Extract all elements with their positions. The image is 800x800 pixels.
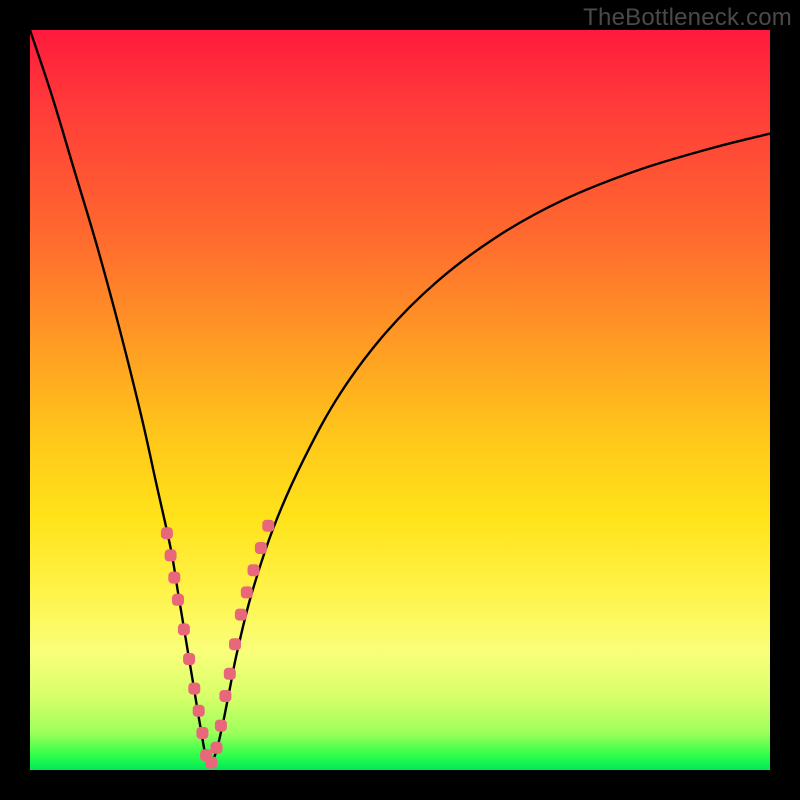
- bottleneck-curve: [30, 30, 770, 765]
- curve-marker: [172, 594, 184, 606]
- curve-marker: [193, 705, 205, 717]
- curve-marker: [178, 623, 190, 635]
- curve-marker: [183, 653, 195, 665]
- curve-marker: [255, 542, 267, 554]
- curve-marker: [161, 527, 173, 539]
- curve-marker: [168, 572, 180, 584]
- curve-marker: [211, 742, 223, 754]
- curve-marker: [241, 586, 253, 598]
- curve-markers: [161, 520, 274, 769]
- curve-marker: [188, 683, 200, 695]
- plot-area: [30, 30, 770, 770]
- curve-marker: [205, 757, 217, 769]
- curve-marker: [215, 720, 227, 732]
- curve-marker: [262, 520, 274, 532]
- curve-marker: [219, 690, 231, 702]
- curve-marker: [224, 668, 236, 680]
- chart-frame: TheBottleneck.com: [0, 0, 800, 800]
- curve-marker: [196, 727, 208, 739]
- curve-marker: [165, 549, 177, 561]
- curve-marker: [248, 564, 260, 576]
- curve-marker: [229, 638, 241, 650]
- curve-marker: [235, 609, 247, 621]
- watermark-text: TheBottleneck.com: [583, 4, 792, 32]
- chart-svg: [30, 30, 770, 770]
